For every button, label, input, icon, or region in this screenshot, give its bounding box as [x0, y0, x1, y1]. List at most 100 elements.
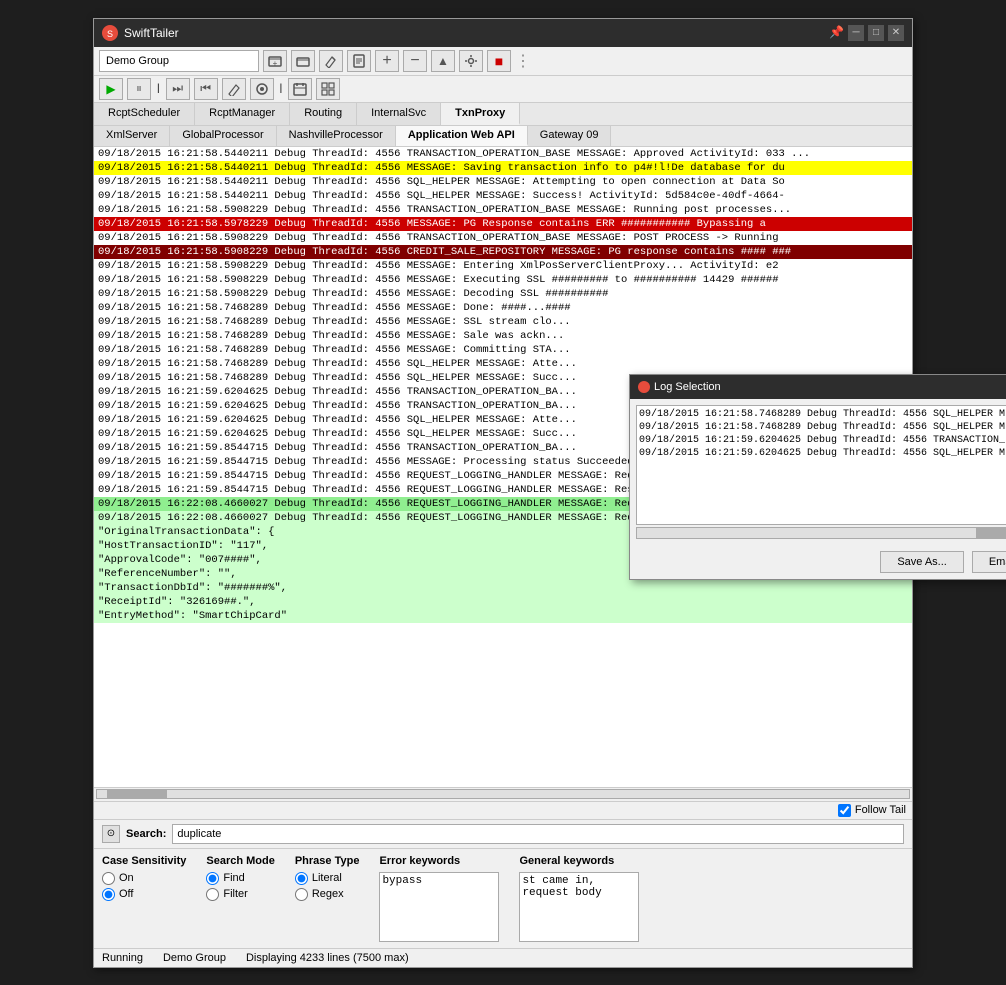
log-selection-popup: Log Selection ─ □ ✕ 09/18/2015 16:21:58.… — [629, 374, 1006, 580]
skip-back-button[interactable]: ⏮ — [194, 78, 218, 100]
svg-text:+: + — [273, 59, 278, 68]
phrase-literal-radio[interactable] — [295, 872, 308, 885]
popup-log-line: 09/18/2015 16:21:58.7468289 Debug Thread… — [639, 408, 1006, 421]
minimize-button[interactable]: ─ — [848, 25, 864, 41]
search-label: Search: — [126, 828, 166, 840]
search-mode-title: Search Mode — [206, 855, 274, 867]
case-off-label[interactable]: Off — [102, 888, 186, 901]
log-line: 09/18/2015 16:21:58.5440211 Debug Thread… — [94, 147, 912, 161]
calendar-button[interactable] — [288, 78, 312, 100]
group-input[interactable]: Demo Group — [99, 50, 259, 72]
remove-button[interactable]: − — [403, 50, 427, 72]
mode-find-text: Find — [223, 872, 244, 884]
open-folder-button[interactable] — [291, 50, 315, 72]
general-keywords-group: General keywords st came in, request bod… — [519, 855, 639, 942]
document-button[interactable] — [347, 50, 371, 72]
follow-tail-row: Follow Tail — [94, 801, 912, 819]
scrollbar-row — [94, 787, 912, 801]
case-on-label[interactable]: On — [102, 872, 186, 885]
title-bar: S SwiftTailer 📌 ─ □ ✕ — [94, 19, 912, 47]
mode-filter-label[interactable]: Filter — [206, 888, 274, 901]
case-off-radio[interactable] — [102, 888, 115, 901]
follow-tail-label[interactable]: Follow Tail — [838, 804, 906, 817]
email-to-button[interactable]: Email To... — [972, 551, 1006, 573]
popup-log-line: 09/18/2015 16:21:58.7468289 Debug Thread… — [639, 421, 1006, 434]
save-as-button[interactable]: Save As... — [880, 551, 964, 573]
main-window: S SwiftTailer 📌 ─ □ ✕ Demo Group + + − ▲ — [93, 18, 913, 968]
tab-xmlserver[interactable]: XmlServer — [94, 126, 170, 146]
log-line: 09/18/2015 16:21:58.5908229 Debug Thread… — [94, 203, 912, 217]
pencil-button[interactable] — [222, 78, 246, 100]
phrase-literal-text: Literal — [312, 872, 342, 884]
tab-txnproxy[interactable]: TxnProxy — [441, 103, 520, 125]
new-folder-button[interactable]: + — [263, 50, 287, 72]
log-line: 09/18/2015 16:21:58.5440211 Debug Thread… — [94, 175, 912, 189]
skip-forward-button[interactable]: ⏭ — [166, 78, 190, 100]
case-sensitivity-group: Case Sensitivity On Off — [102, 855, 186, 942]
tab-routing[interactable]: Routing — [290, 103, 357, 125]
pause-button[interactable]: ⏸ — [127, 78, 151, 100]
error-keywords-title: Error keywords — [379, 855, 499, 867]
tab-globalprocessor[interactable]: GlobalProcessor — [170, 126, 276, 146]
mode-find-radio[interactable] — [206, 872, 219, 885]
mark-button[interactable] — [250, 78, 274, 100]
add-button[interactable]: + — [375, 50, 399, 72]
log-line: 09/18/2015 16:21:58.5908229 Debug Thread… — [94, 273, 912, 287]
tabs-row-2: XmlServer GlobalProcessor NashvilleProce… — [94, 126, 912, 147]
separator2-icon: | — [155, 83, 162, 94]
error-keywords-input[interactable]: bypass — [379, 872, 499, 942]
maximize-button[interactable]: □ — [868, 25, 884, 41]
search-input[interactable] — [172, 824, 904, 844]
config-button[interactable] — [316, 78, 340, 100]
title-bar-left: S SwiftTailer — [102, 25, 179, 41]
tab-internalsvc[interactable]: InternalSvc — [357, 103, 441, 125]
popup-log-line: 09/18/2015 16:21:59.6204625 Debug Thread… — [639, 447, 1006, 460]
follow-tail-checkbox[interactable] — [838, 804, 851, 817]
play-button[interactable]: ▶ — [99, 78, 123, 100]
svg-text:S: S — [107, 29, 113, 39]
close-button[interactable]: ✕ — [888, 25, 904, 41]
search-expand-button[interactable]: ⊙ — [102, 825, 120, 843]
tab-rcptmanager[interactable]: RcptManager — [195, 103, 290, 125]
pin-icon: 📌 — [829, 25, 844, 41]
phrase-regex-label[interactable]: Regex — [295, 888, 360, 901]
phrase-regex-radio[interactable] — [295, 888, 308, 901]
popup-scrollbar[interactable] — [636, 527, 1006, 539]
case-on-radio[interactable] — [102, 872, 115, 885]
popup-log[interactable]: 09/18/2015 16:21:58.7468289 Debug Thread… — [636, 405, 1006, 525]
log-line: 09/18/2015 16:21:58.5978229 Debug Thread… — [94, 217, 912, 231]
popup-title-text: Log Selection — [654, 381, 721, 393]
horizontal-scrollbar[interactable] — [96, 789, 910, 799]
log-line: 09/18/2015 16:21:58.5908229 Debug Thread… — [94, 259, 912, 273]
separator3-icon: | — [278, 83, 285, 94]
popup-content: 09/18/2015 16:21:58.7468289 Debug Thread… — [630, 399, 1006, 545]
log-line: 09/18/2015 16:21:58.5440211 Debug Thread… — [94, 189, 912, 203]
tab-applicationwebapi[interactable]: Application Web API — [396, 126, 528, 146]
edit-button[interactable] — [319, 50, 343, 72]
settings-button[interactable] — [459, 50, 483, 72]
arrow-up-button[interactable]: ▲ — [431, 50, 455, 72]
log-line: 09/18/2015 16:21:58.7468289 Debug Thread… — [94, 329, 912, 343]
search-row: ⊙ Search: — [94, 819, 912, 848]
info-text: Displaying 4233 lines (7500 max) — [246, 952, 409, 964]
mode-filter-radio[interactable] — [206, 888, 219, 901]
separator-icon: ⋮ — [515, 51, 531, 71]
case-off-text: Off — [119, 888, 133, 900]
stop-button[interactable]: ■ — [487, 50, 511, 72]
window-controls: 📌 ─ □ ✕ — [829, 25, 904, 41]
log-line: "EntryMethod": "SmartChipCard" — [94, 609, 912, 623]
popup-icon: Log Selection — [638, 381, 721, 393]
log-line: "TransactionDbId": "#######%", — [94, 581, 912, 595]
phrase-literal-label[interactable]: Literal — [295, 872, 360, 885]
tab-rcptscheduler[interactable]: RcptScheduler — [94, 103, 195, 125]
mode-find-label[interactable]: Find — [206, 872, 274, 885]
log-line: 09/18/2015 16:21:58.5908229 Debug Thread… — [94, 231, 912, 245]
popup-title-bar: Log Selection ─ □ ✕ — [630, 375, 1006, 399]
error-keywords-group: Error keywords bypass — [379, 855, 499, 942]
tab-gateway09[interactable]: Gateway 09 — [528, 126, 612, 146]
tab-nashvilleprocessor[interactable]: NashvilleProcessor — [277, 126, 396, 146]
scrollbar-thumb — [107, 790, 167, 798]
general-keywords-title: General keywords — [519, 855, 639, 867]
log-line: 09/18/2015 16:21:58.7468289 Debug Thread… — [94, 315, 912, 329]
general-keywords-input[interactable]: st came in, request body — [519, 872, 639, 942]
